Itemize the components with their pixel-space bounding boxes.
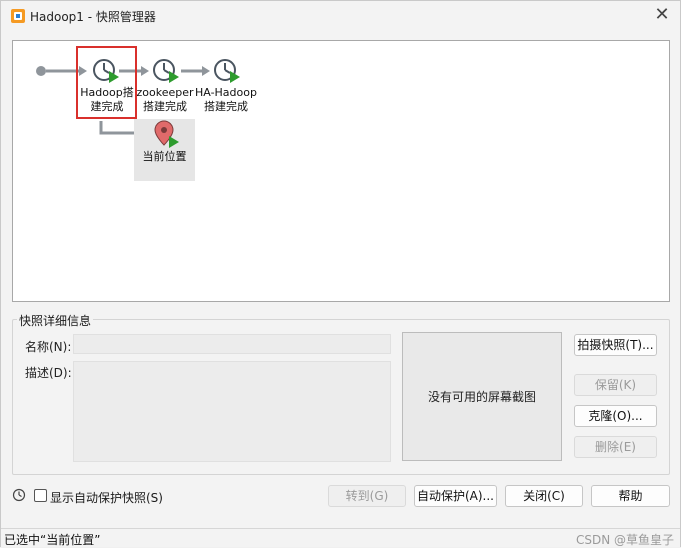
root-node-dot bbox=[36, 66, 46, 76]
keep-button[interactable]: 保留(K) bbox=[574, 374, 657, 396]
snapshot-1-label[interactable]: Hadoop搭 建完成 bbox=[75, 86, 139, 114]
title-bar: Hadoop1 - 快照管理器 ✕ bbox=[1, 1, 680, 31]
description-field[interactable] bbox=[73, 361, 391, 462]
snapshot-graph bbox=[36, 46, 240, 181]
snapshot-3-clock-play-icon[interactable] bbox=[214, 59, 240, 83]
history-icon bbox=[12, 488, 26, 502]
snapshot-2-label[interactable]: zookeeper 搭建完成 bbox=[134, 86, 196, 114]
show-autoprotect-label[interactable]: 显示自动保护快照(S) bbox=[50, 489, 163, 506]
description-label: 描述(D): bbox=[25, 366, 72, 380]
snapshot-2-clock-play-icon[interactable] bbox=[153, 59, 179, 83]
vmware-icon bbox=[11, 9, 25, 23]
show-autoprotect-checkbox[interactable] bbox=[34, 489, 47, 502]
goto-button[interactable]: 转到(G) bbox=[328, 485, 406, 507]
current-position-label[interactable]: 当前位置 bbox=[134, 150, 195, 164]
screenshot-preview: 没有可用的屏幕截图 bbox=[402, 332, 562, 461]
name-label: 名称(N): bbox=[25, 340, 72, 354]
watermark-text: CSDN @草鱼皇子 bbox=[575, 533, 674, 547]
close-icon[interactable]: ✕ bbox=[652, 5, 672, 25]
clone-button[interactable]: 克隆(O)... bbox=[574, 405, 657, 427]
no-screenshot-text: 没有可用的屏幕截图 bbox=[427, 390, 536, 404]
arrow-hadoop-to-zookeeper bbox=[119, 66, 149, 76]
window-title: Hadoop1 - 快照管理器 bbox=[30, 10, 156, 24]
snapshot-1-clock-play-icon[interactable] bbox=[93, 59, 119, 83]
status-text: 已选中“当前位置” bbox=[4, 533, 101, 547]
delete-button[interactable]: 删除(E) bbox=[574, 436, 657, 458]
autoprotect-button[interactable]: 自动保护(A)... bbox=[414, 485, 497, 507]
snapshot-3-label[interactable]: HA-Hadoop 搭建完成 bbox=[193, 86, 259, 114]
take-snapshot-button[interactable]: 拍摄快照(T)... bbox=[574, 334, 657, 356]
status-bar: 已选中“当前位置” CSDN @草鱼皇子 bbox=[1, 528, 680, 547]
help-button[interactable]: 帮助 bbox=[591, 485, 670, 507]
details-group-title: 快照详细信息 bbox=[17, 312, 94, 329]
name-field[interactable] bbox=[73, 334, 391, 354]
arrow-zookeeper-to-ha bbox=[181, 66, 210, 76]
close-button[interactable]: 关闭(C) bbox=[505, 485, 583, 507]
snapshot-manager-window: Hadoop1 - 快照管理器 ✕ Hadoop搭 建完成 zookeeper … bbox=[0, 0, 681, 547]
arrow-root-to-hadoop bbox=[46, 66, 87, 76]
snapshot-tree[interactable]: Hadoop搭 建完成 zookeeper 搭建完成 HA-Hadoop 搭建完… bbox=[12, 40, 670, 302]
